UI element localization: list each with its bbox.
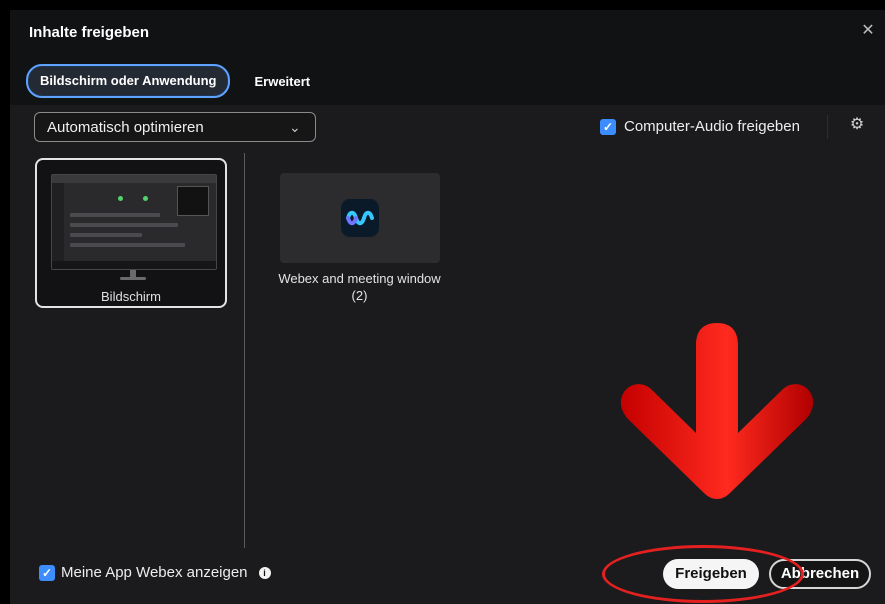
- share-button[interactable]: Freigeben: [663, 559, 759, 589]
- tab-advanced[interactable]: Erweitert: [254, 74, 310, 89]
- chevron-down-icon: ⌄: [289, 119, 301, 135]
- optimization-select-value: Automatisch optimieren: [47, 118, 204, 136]
- webex-window-count: (2): [351, 288, 368, 303]
- optimization-select[interactable]: Automatisch optimieren ⌄: [34, 112, 316, 142]
- screen-source-card[interactable]: Bildschirm: [35, 158, 227, 308]
- thumbnail-sidebar: [52, 183, 64, 261]
- thumbnail-line: [70, 243, 185, 247]
- share-content-area: Automatisch optimieren ⌄ ✓ Computer-Audi…: [10, 105, 885, 604]
- webex-logo-icon: [345, 210, 374, 226]
- dialog-titlebar: Inhalte freigeben ✕: [10, 10, 885, 58]
- computer-audio-option[interactable]: ✓ Computer-Audio freigeben: [600, 118, 800, 135]
- gear-icon[interactable]: ⚙: [848, 116, 866, 134]
- dialog-title: Inhalte freigeben: [29, 24, 150, 41]
- share-content-dialog: Inhalte freigeben ✕ Bildschirm oder Anwe…: [10, 10, 885, 604]
- source-list-divider: [244, 153, 245, 548]
- webex-window-title: Webex and meeting window: [278, 271, 441, 286]
- cancel-button[interactable]: Abbrechen: [769, 559, 871, 589]
- thumbnail-line: [70, 223, 178, 227]
- checkbox-icon[interactable]: ✓: [39, 564, 55, 581]
- thumbnail-line: [70, 233, 142, 237]
- show-webex-label: Meine App Webex anzeigen: [61, 564, 248, 581]
- screen-thumbnail: [51, 174, 217, 270]
- thumbnail-topbar: [52, 175, 216, 183]
- thumbnail-taskbar: [52, 261, 216, 269]
- info-icon[interactable]: i: [258, 566, 271, 579]
- thumbnail-status-dot: [143, 196, 148, 201]
- red-down-arrow: [620, 323, 814, 499]
- thumbnail-status-dot: [118, 196, 123, 201]
- webex-window-source-card[interactable]: Webex and meeting window (2): [268, 173, 451, 304]
- monitor-stand: [130, 270, 136, 277]
- tab-screen-or-application[interactable]: Bildschirm oder Anwendung: [26, 64, 231, 98]
- monitor-base: [120, 277, 146, 280]
- webex-window-label: Webex and meeting window (2): [268, 270, 451, 304]
- toolbar-divider: [827, 115, 828, 139]
- computer-audio-label: Computer-Audio freigeben: [624, 118, 800, 135]
- close-icon[interactable]: ✕: [859, 22, 877, 40]
- screen-source-label: Bildschirm: [101, 289, 161, 304]
- thumbnail-line: [70, 213, 160, 217]
- share-tabs: Bildschirm oder Anwendung Erweitert: [26, 64, 310, 98]
- checkbox-icon[interactable]: ✓: [600, 118, 616, 135]
- webex-window-thumbnail: [279, 173, 440, 263]
- show-webex-option[interactable]: ✓ Meine App Webex anzeigen i: [39, 564, 271, 581]
- thumbnail-panel: [177, 186, 209, 216]
- webex-icon: [340, 199, 379, 237]
